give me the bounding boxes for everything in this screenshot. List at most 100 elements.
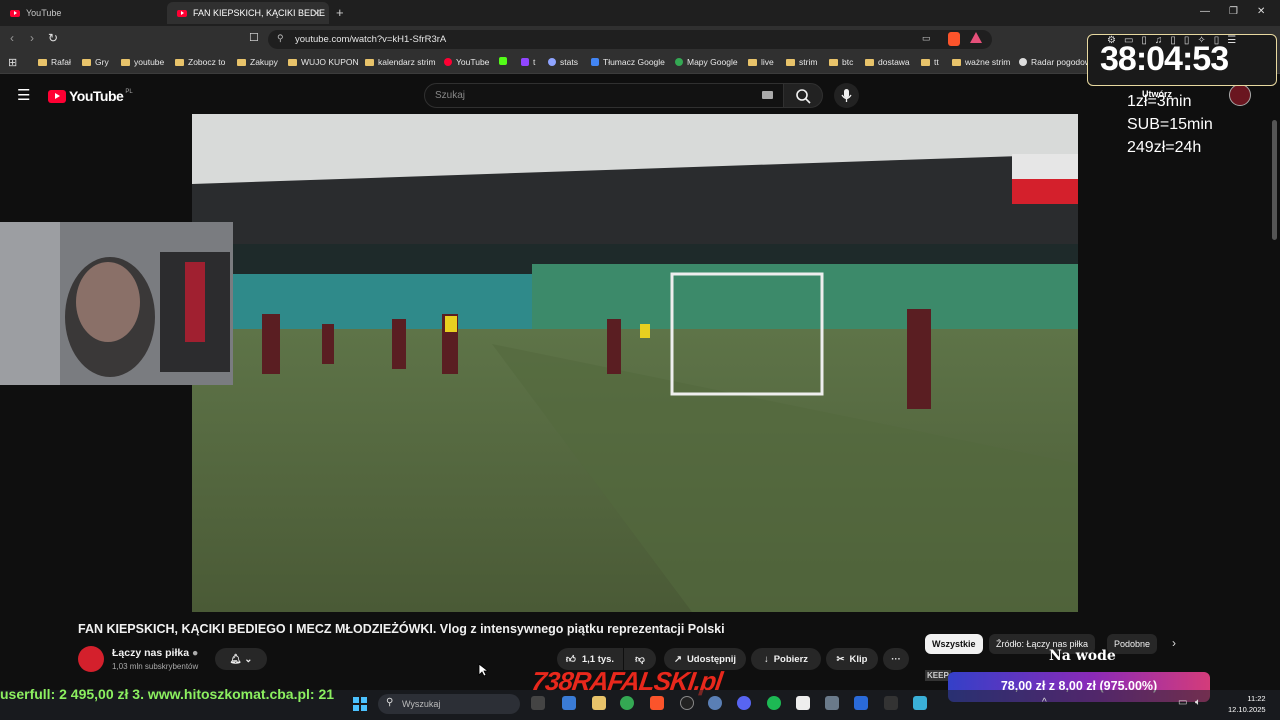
bookmark-item[interactable]: WUJO KUPON [288,57,359,67]
bookmark-item[interactable]: Radar pogodowy [1019,57,1095,67]
clock-date: 12.10.2025 [1228,705,1266,714]
bookmark-item[interactable]: stats [548,57,578,67]
bookmark-item[interactable]: Mapy Google [675,57,738,67]
radar-icon [1019,58,1027,66]
account-avatar[interactable] [1229,84,1251,106]
tab-youtube[interactable]: YouTube [0,2,165,24]
tab-video[interactable]: FAN KIEPSKICH, KĄCIKI BEDIE ✕ [167,2,329,24]
folder-icon [748,58,757,66]
restore-icon[interactable]: ❐ [1229,6,1238,17]
bookmark-item[interactable]: Tłumacz Google [591,57,665,67]
calculator-icon[interactable] [825,696,839,710]
video-title: FAN KIEPSKICH, KĄCIKI BEDIEGO I MECZ MŁO… [78,622,725,636]
kick-icon [499,57,507,65]
menu-icon[interactable]: ☰ [17,86,30,104]
bookmark-item[interactable]: Rafał [38,57,71,67]
bookmark-item[interactable]: Gry [82,57,109,67]
bookmark-item[interactable]: dostawa [865,57,910,67]
page-scrollbar[interactable] [1272,120,1277,240]
app-icon[interactable] [854,696,868,710]
bookmark-item[interactable]: tt [921,57,939,67]
tab-label: YouTube [26,8,62,18]
cast-icon[interactable]: ▭ [922,33,931,44]
channel-name[interactable]: Łączy nas piłka ● [112,647,198,659]
subscriber-count: 1,03 mln subskrybentów [112,662,199,671]
browser-tab-strip: YouTube FAN KIEPSKICH, KĄCIKI BEDIE ✕ + … [0,0,1280,26]
taskbar-clock[interactable]: 11:22 12.10.2025 [1228,693,1266,715]
like-count: 1,1 tys. [581,653,615,665]
video-player[interactable] [192,114,1078,612]
brave-icon[interactable] [650,696,664,710]
app-icon[interactable] [708,696,722,710]
folder-icon [288,58,297,66]
app-icon[interactable] [796,696,810,710]
rate-line: SUB=15min [1127,116,1213,133]
thumbs-up-icon: 👍︎ [565,654,576,665]
bookmark-item[interactable]: YouTube [444,57,489,67]
chips-next-icon[interactable]: › [1172,636,1176,650]
close-window-icon[interactable]: ✕ [1257,6,1265,17]
bookmark-item[interactable]: Zakupy [237,57,278,67]
bookmark-icon[interactable]: ☐ [249,31,259,44]
obs-icon[interactable] [680,696,694,710]
network-icon[interactable]: ▭ [1178,697,1187,708]
file-explorer-icon[interactable] [592,696,606,710]
chip-all[interactable]: Wszystkie [925,634,983,654]
brave-rewards-icon[interactable] [970,32,982,43]
bookmark-item[interactable]: live [748,57,774,67]
search-input[interactable]: Szukaj [424,83,784,108]
volume-icon[interactable]: 🔈︎ [1195,697,1201,708]
close-tab-icon[interactable]: ✕ [312,7,321,20]
windows-start-icon[interactable] [352,696,368,712]
forward-icon[interactable]: › [30,31,34,45]
bookmark-item[interactable]: t [521,57,535,67]
microphone-icon [841,89,852,102]
tray-overflow-icon[interactable]: ^ [1042,697,1047,708]
bookmark-item[interactable] [499,57,511,65]
spotify-icon[interactable] [767,696,781,710]
new-tab-icon[interactable]: + [336,5,344,20]
notepad-icon[interactable] [913,696,927,710]
brave-shields-icon[interactable] [948,32,960,46]
apps-grid-icon[interactable]: ⊞ [8,56,17,69]
translate-icon [591,58,599,66]
taskbar-search[interactable]: Wyszukaj [378,694,520,714]
channel-avatar[interactable] [78,646,104,672]
minimize-icon[interactable]: — [1200,6,1210,17]
folder-icon [952,58,961,66]
search-icon [796,89,811,104]
discord-icon[interactable] [737,696,751,710]
app-icon[interactable] [884,696,898,710]
stats-icon [548,58,556,66]
clip-button[interactable]: ✂ Klip [826,648,878,670]
youtube-icon [444,58,452,66]
more-icon: ··· [891,653,901,665]
bookmark-item[interactable]: ważne strim [952,57,1010,67]
folder-icon [237,58,246,66]
search-button[interactable] [783,83,823,108]
chrome-icon[interactable] [620,696,634,710]
bookmark-item[interactable]: strim [786,57,817,67]
mouse-cursor-icon [478,663,488,677]
back-icon[interactable]: ‹ [10,31,14,45]
bookmark-item[interactable]: btc [829,57,853,67]
scissors-icon: ✂ [836,653,845,665]
download-button[interactable]: ↓ Pobierz [751,648,821,670]
download-icon: ↓ [763,653,769,665]
address-bar[interactable]: ⚲ youtube.com/watch?v=kH1-SfrR3rA ▭ [268,30,992,49]
logo-text: YouTube [69,88,124,104]
keyboard-icon[interactable] [762,91,773,99]
bookmark-item[interactable]: youtube [121,57,164,67]
bookmark-item[interactable]: Zobocz to [175,57,225,67]
voice-search-button[interactable] [834,83,859,108]
notifications-button[interactable]: 🔔︎ ⌄ [215,648,267,670]
reload-icon[interactable]: ↻ [48,31,58,45]
bookmark-item[interactable]: kalendarz strim [365,57,436,67]
subathon-timer: 38:04:53 [1100,40,1229,78]
youtube-logo[interactable]: YouTube PL [48,88,133,104]
folder-icon [82,58,91,66]
task-view-icon[interactable] [531,696,545,710]
more-actions-button[interactable]: ··· [883,648,909,670]
widgets-icon[interactable] [562,696,576,710]
site-info-icon[interactable]: ⚲ [277,33,284,44]
